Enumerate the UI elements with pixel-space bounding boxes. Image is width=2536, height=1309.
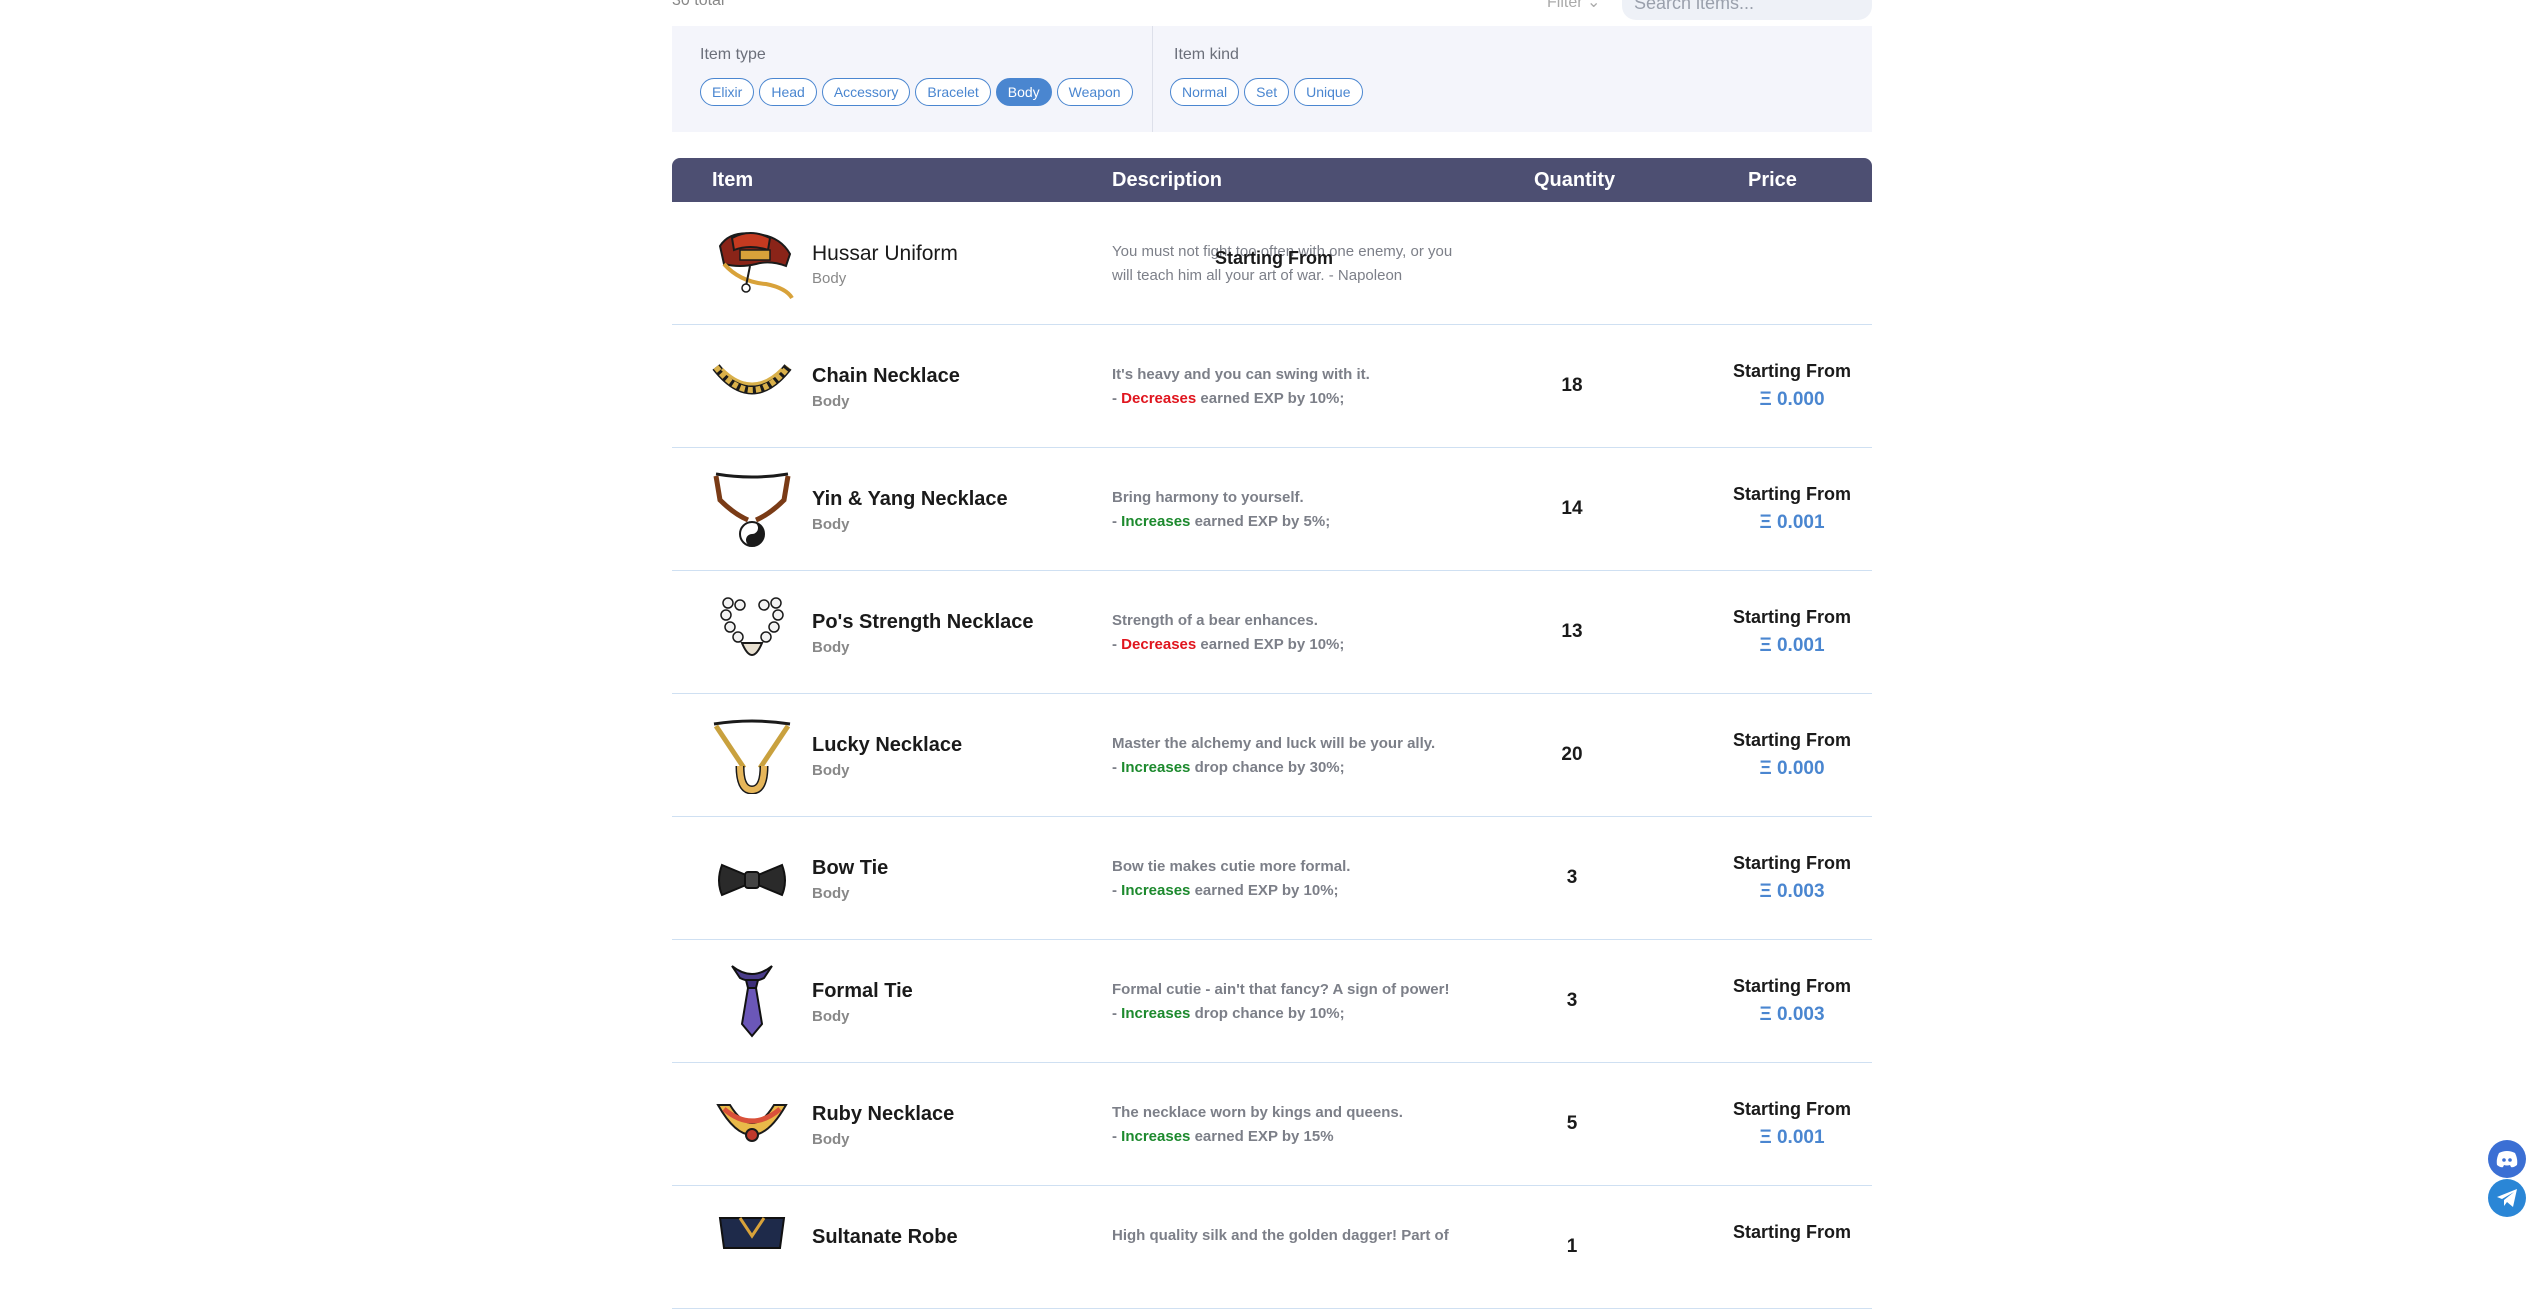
item-name[interactable]: Yin & Yang Necklace bbox=[812, 488, 1008, 511]
table-row[interactable]: Sultanate Robe High quality silk and the… bbox=[672, 1186, 1872, 1309]
hussar-uniform-icon bbox=[718, 232, 794, 300]
table-row[interactable]: Lucky Necklace Body Master the alchemy a… bbox=[672, 694, 1872, 817]
price-value: Ξ 0.003 bbox=[1759, 881, 1825, 902]
table-row[interactable]: Chain Necklace Body It's heavy and you c… bbox=[672, 325, 1872, 448]
price-value: Ξ 0.000 bbox=[1759, 389, 1825, 410]
pearl-necklace-icon bbox=[720, 597, 784, 656]
yin-yang-necklace-icon bbox=[713, 472, 791, 547]
chip-bracelet[interactable]: Bracelet bbox=[915, 78, 991, 106]
filters-panel: Item type Elixir Head Accessory Bracelet… bbox=[672, 26, 1872, 132]
table-row[interactable]: Yin & Yang Necklace Body Bring harmony t… bbox=[672, 448, 1872, 571]
item-name[interactable]: Chain Necklace bbox=[812, 365, 960, 388]
price-value: Ξ 0.001 bbox=[1759, 512, 1825, 533]
price-value: Ξ 0.001 bbox=[1759, 635, 1825, 656]
item-quantity: 13 bbox=[1561, 621, 1583, 642]
item-quantity: 3 bbox=[1566, 867, 1578, 888]
item-kind: Body bbox=[812, 270, 847, 287]
items-table: Item Description Quantity Price Hussar U… bbox=[672, 158, 1872, 1309]
item-description: High quality silk and the golden dagger!… bbox=[1112, 1227, 1449, 1244]
item-description: Bring harmony to yourself. - Increases e… bbox=[1112, 489, 1331, 530]
search-input[interactable] bbox=[1622, 0, 1872, 20]
item-type-title: Item type bbox=[700, 46, 766, 63]
table-row[interactable]: Po's Strength Necklace Body Strength of … bbox=[672, 571, 1872, 694]
item-name[interactable]: Sultanate Robe bbox=[812, 1226, 958, 1249]
item-kind: Body bbox=[812, 885, 850, 902]
item-kind: Body bbox=[812, 762, 850, 779]
discord-button[interactable] bbox=[2488, 1140, 2526, 1178]
item-description: It's heavy and you can swing with it. - … bbox=[1112, 366, 1370, 407]
price-label: Starting From bbox=[1215, 248, 1334, 268]
price-label: Starting From bbox=[1732, 1222, 1851, 1242]
telegram-icon bbox=[2497, 1189, 2517, 1207]
table-header: Item Description Quantity Price bbox=[672, 158, 1872, 202]
item-quantity: 20 bbox=[1561, 744, 1583, 765]
item-type-filter: Item type Elixir Head Accessory Bracelet… bbox=[672, 26, 1152, 132]
item-name[interactable]: Ruby Necklace bbox=[812, 1103, 954, 1126]
item-name[interactable]: Formal Tie bbox=[812, 980, 913, 1003]
item-kind-title: Item kind bbox=[1174, 46, 1239, 63]
chip-head[interactable]: Head bbox=[759, 78, 817, 106]
item-description: Master the alchemy and luck will be your… bbox=[1112, 735, 1436, 776]
price-label: Starting From bbox=[1732, 730, 1851, 750]
list-toolbar: 30 total Filter ⌄ bbox=[672, 0, 1872, 22]
price-value: Ξ 0.000 bbox=[1759, 758, 1825, 779]
item-name[interactable]: Lucky Necklace bbox=[812, 734, 962, 757]
price-label: Starting From bbox=[1732, 976, 1851, 996]
item-description: The necklace worn by kings and queens. -… bbox=[1112, 1104, 1403, 1145]
discord-icon bbox=[2496, 1151, 2518, 1168]
ruby-necklace-icon bbox=[716, 1104, 788, 1142]
chip-normal[interactable]: Normal bbox=[1170, 78, 1240, 106]
item-description: Strength of a bear enhances. - Decreases… bbox=[1112, 612, 1345, 653]
filter-button[interactable]: Filter ⌄ bbox=[1547, 0, 1600, 12]
price-label: Starting From bbox=[1732, 607, 1851, 627]
item-description: Bow tie makes cutie more formal. - Incre… bbox=[1112, 858, 1351, 899]
chip-weapon[interactable]: Weapon bbox=[1056, 78, 1133, 106]
header-quantity: Quantity bbox=[1534, 169, 1616, 191]
bow-tie-icon bbox=[718, 863, 786, 897]
price-value: Ξ 0.001 bbox=[1759, 1127, 1825, 1148]
formal-tie-icon bbox=[731, 965, 773, 1038]
price-label: Starting From bbox=[1732, 484, 1851, 504]
item-quantity: 18 bbox=[1561, 375, 1583, 396]
item-description: Formal cutie - ain't that fancy? A sign … bbox=[1112, 981, 1450, 1022]
horseshoe-necklace-icon bbox=[713, 719, 791, 794]
header-item: Item bbox=[712, 169, 754, 191]
item-name[interactable]: Hussar Uniform bbox=[812, 242, 958, 266]
item-quantity: 3 bbox=[1566, 990, 1578, 1011]
chip-unique[interactable]: Unique bbox=[1294, 78, 1363, 106]
price-value: Ξ 0.003 bbox=[1759, 1004, 1825, 1025]
chip-set[interactable]: Set bbox=[1244, 78, 1290, 106]
total-count: 30 total bbox=[672, 0, 725, 9]
chip-elixir[interactable]: Elixir bbox=[700, 78, 755, 106]
table-row[interactable]: Bow Tie Body Bow tie makes cutie more fo… bbox=[672, 817, 1872, 940]
table-row[interactable]: Ruby Necklace Body The necklace worn by … bbox=[672, 1063, 1872, 1186]
header-price: Price bbox=[1748, 169, 1797, 191]
price-label: Starting From bbox=[1732, 361, 1851, 381]
item-kind: Body bbox=[812, 1131, 850, 1148]
item-name[interactable]: Po's Strength Necklace bbox=[812, 611, 1034, 634]
chip-accessory[interactable]: Accessory bbox=[821, 78, 911, 106]
item-quantity: 5 bbox=[1566, 1113, 1578, 1134]
header-description: Description bbox=[1112, 169, 1223, 191]
table-row[interactable]: Hussar Uniform Body You must not fight t… bbox=[672, 202, 1872, 325]
item-kind-filter: Item kind Normal Set Unique bbox=[1152, 26, 1873, 132]
sultanate-robe-icon bbox=[718, 1217, 786, 1249]
item-quantity: 1 bbox=[1566, 1236, 1578, 1257]
item-kind: Body bbox=[812, 393, 850, 410]
table-row[interactable]: Formal Tie Body Formal cutie - ain't tha… bbox=[672, 940, 1872, 1063]
item-name[interactable]: Bow Tie bbox=[812, 857, 888, 880]
telegram-button[interactable] bbox=[2488, 1179, 2526, 1217]
item-kind: Body bbox=[812, 1008, 850, 1025]
item-kind: Body bbox=[812, 516, 850, 533]
price-label: Starting From bbox=[1732, 1099, 1851, 1119]
item-quantity: 14 bbox=[1561, 498, 1583, 519]
chain-necklace-icon bbox=[712, 364, 792, 395]
price-label: Starting From bbox=[1732, 853, 1851, 873]
chip-body[interactable]: Body bbox=[995, 78, 1052, 106]
item-kind: Body bbox=[812, 639, 850, 656]
